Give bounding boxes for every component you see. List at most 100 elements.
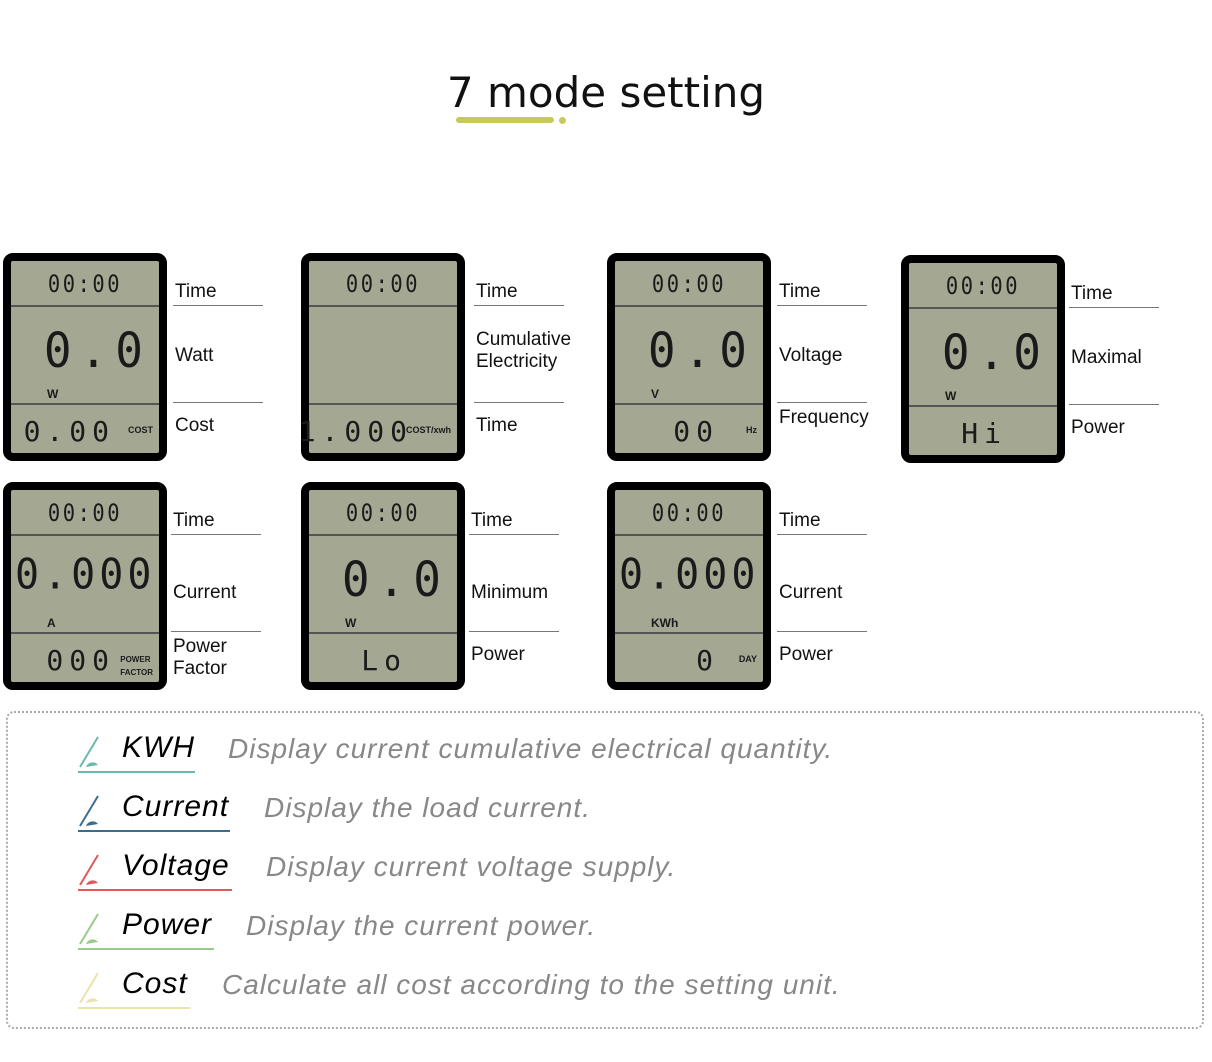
- legend-description: Display current voltage supply.: [266, 851, 677, 882]
- legend-row: Power Display the current power.: [78, 908, 1178, 958]
- legend-underline: [78, 948, 214, 950]
- pencil-icon: [78, 792, 104, 828]
- lcd-display: 00:00 1.000 COST/xwh: [299, 253, 465, 461]
- lcd-main-readout: 0.000: [619, 550, 760, 600]
- lcd-unit-label: A: [47, 616, 56, 630]
- lcd-unit-label: V: [651, 387, 660, 401]
- lcd-time-section: 00:00: [615, 490, 763, 536]
- lcd-bottom-readout: 000: [46, 644, 115, 677]
- lcd-bottom-section: Lo: [309, 632, 457, 682]
- lcd-time-readout: 00:00: [651, 499, 727, 527]
- lcd-bottom-section: Hi: [909, 405, 1057, 455]
- label-bottom: Frequency: [779, 407, 869, 428]
- label-top: Time: [173, 510, 215, 531]
- label-divider: [777, 305, 867, 306]
- label-bottom: Power Factor: [173, 636, 227, 679]
- label-divider: [1069, 404, 1159, 405]
- lcd-time-readout: 00:00: [47, 499, 123, 527]
- label-divider: [171, 631, 261, 632]
- label-bottom: Power: [1071, 417, 1125, 438]
- lcd-display: 00:00 0.000 KWh 0 DAY: [607, 482, 771, 690]
- lcd-time-readout: 00:00: [345, 499, 421, 527]
- pencil-icon: [78, 910, 104, 946]
- legend-description: Display the load current.: [264, 792, 591, 823]
- lcd-time-readout: 00:00: [945, 272, 1021, 300]
- lcd-time-section: 00:00: [309, 261, 457, 307]
- legend-underline: [78, 1007, 190, 1009]
- lcd-display: 00:00 0.0 V 00 Hz: [607, 253, 771, 461]
- label-divider: [469, 631, 559, 632]
- lcd-display: 00:00 0.0 W 0.00 COST: [3, 253, 167, 461]
- legend-row: KWH Display current cumulative electrical…: [78, 731, 1178, 781]
- legend-description: Display current cumulative electrical qu…: [228, 733, 834, 764]
- label-divider: [474, 402, 564, 403]
- lcd-time-section: 00:00: [909, 263, 1057, 309]
- label-top: Time: [476, 281, 518, 302]
- lcd-main-readout: 0.0: [341, 550, 449, 608]
- lcd-main-readout: 0.0: [941, 323, 1049, 381]
- label-divider: [777, 631, 867, 632]
- pencil-icon: [78, 733, 104, 769]
- lcd-bottom-readout: Lo: [361, 644, 407, 677]
- label-divider: [474, 305, 564, 306]
- label-middle: Watt: [175, 345, 214, 366]
- label-middle: Voltage: [779, 345, 843, 366]
- lcd-bottom-readout: 0.00: [23, 415, 115, 448]
- page-title: 7 mode setting: [446, 68, 766, 117]
- title-dot: [559, 117, 566, 124]
- lcd-time-section: 00:00: [309, 490, 457, 536]
- label-middle: Current: [173, 582, 237, 603]
- lcd-unit-label: KWh: [651, 616, 679, 630]
- label-bottom: Power: [779, 644, 833, 665]
- lcd-time-section: 00:00: [11, 490, 159, 536]
- title-underline: [456, 117, 554, 123]
- lcd-main-readout: 0.0: [647, 321, 755, 379]
- label-middle: Minimum: [471, 582, 549, 603]
- label-middle: Maximal: [1071, 347, 1142, 368]
- lcd-bottom-section: 1.000 COST/xwh: [299, 403, 457, 453]
- legend-description: Display the current power.: [246, 910, 597, 941]
- lcd-bottom-readout: 1.000: [298, 415, 413, 448]
- lcd-bottom-tag: COST: [127, 425, 153, 435]
- lcd-main-readout: 0.000: [15, 550, 156, 600]
- lcd-bottom-tag: Hz: [746, 425, 757, 435]
- legend-underline: [78, 830, 230, 832]
- lcd-bottom-tag: COST/xwh: [405, 425, 451, 435]
- lcd-main-readout: 0.0: [43, 321, 151, 379]
- lcd-time-readout: 00:00: [651, 270, 727, 298]
- legend-underline: [78, 889, 232, 891]
- label-divider: [777, 534, 867, 535]
- lcd-bottom-section: 000 POWER FACTOR: [11, 632, 159, 682]
- label-divider: [469, 534, 559, 535]
- legend-key: Current: [122, 790, 230, 823]
- lcd-time-readout: 00:00: [47, 270, 123, 298]
- label-divider: [171, 534, 261, 535]
- lcd-bottom-readout: 00: [673, 415, 719, 448]
- label-top: Time: [175, 281, 217, 302]
- label-top: Time: [779, 281, 821, 302]
- label-bottom: Power: [471, 644, 525, 665]
- label-middle: Current: [779, 582, 843, 603]
- legend-key: Cost: [122, 967, 188, 1000]
- lcd-bottom-section: 00 Hz: [615, 403, 763, 453]
- label-middle: Cumulative Electricity: [476, 329, 572, 372]
- legend-row: Voltage Display current voltage supply.: [78, 849, 1178, 899]
- label-top: Time: [779, 510, 821, 531]
- legend-key: Voltage: [122, 849, 230, 882]
- label-bottom: Time: [476, 415, 518, 436]
- lcd-bottom-section: 0 DAY: [615, 632, 763, 682]
- legend-row: Current Display the load current.: [78, 790, 1178, 840]
- lcd-unit-label: W: [345, 616, 357, 630]
- lcd-bottom-tag: DAY: [738, 654, 757, 664]
- label-divider: [173, 402, 263, 403]
- pencil-icon: [78, 851, 104, 887]
- lcd-bottom-section: 0.00 COST: [11, 403, 159, 453]
- label-top: Time: [471, 510, 513, 531]
- label-divider: [1069, 307, 1159, 308]
- legend-row: Cost Calculate all cost according to the …: [78, 967, 1178, 1017]
- lcd-unit-label: W: [47, 387, 59, 401]
- lcd-bottom-readout: 0: [696, 644, 719, 677]
- label-divider: [173, 305, 263, 306]
- pencil-icon: [78, 969, 104, 1005]
- lcd-bottom-readout: Hi: [961, 417, 1007, 450]
